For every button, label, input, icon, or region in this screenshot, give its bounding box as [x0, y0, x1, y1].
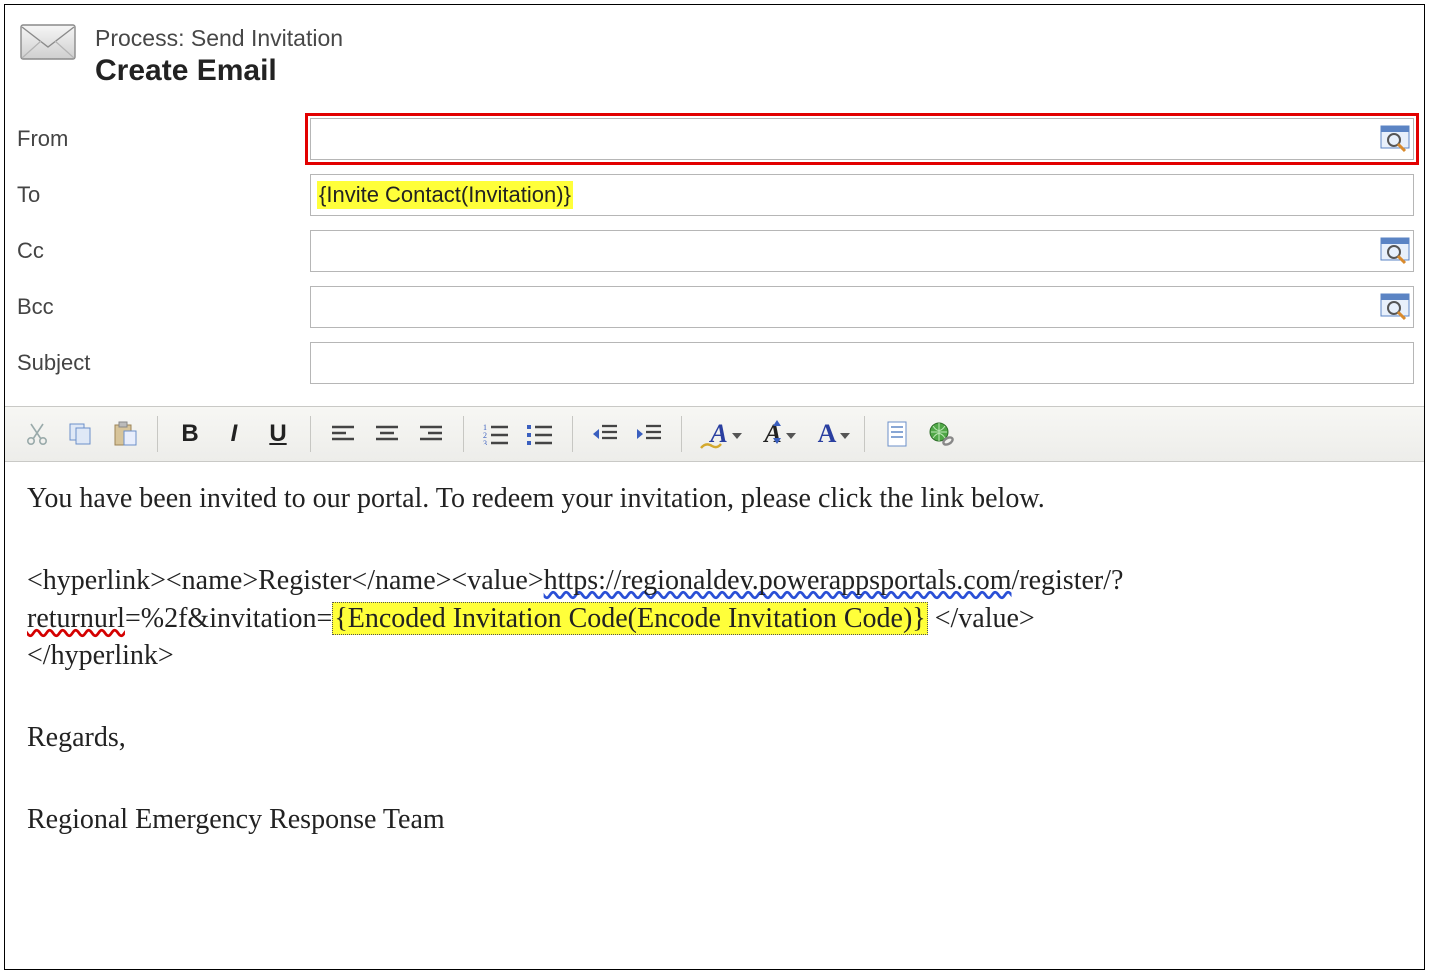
updown-arrows-icon — [772, 420, 782, 444]
toolbar-separator — [310, 416, 311, 452]
from-row: From — [15, 118, 1414, 160]
from-lookup-button[interactable] — [1378, 123, 1412, 155]
globe-link-icon — [927, 421, 955, 447]
subject-row: Subject — [15, 342, 1414, 384]
insert-template-button[interactable] — [879, 414, 915, 454]
copy-icon — [68, 422, 94, 446]
font-background-button[interactable]: A — [696, 414, 742, 454]
toolbar-separator — [157, 416, 158, 452]
url-path: /register/? — [1012, 565, 1124, 596]
body-regards: Regards, — [27, 719, 1402, 757]
toolbar-separator — [681, 416, 682, 452]
toolbar-separator — [864, 416, 865, 452]
align-center-icon — [375, 424, 399, 444]
process-label: Process: Send Invitation — [95, 25, 343, 52]
document-icon — [886, 421, 908, 447]
cc-input[interactable] — [310, 230, 1414, 272]
to-input[interactable]: {Invite Contact(Invitation)} — [310, 174, 1414, 216]
subject-label: Subject — [15, 350, 310, 376]
bcc-lookup-button[interactable] — [1378, 291, 1412, 323]
bcc-label: Bcc — [15, 294, 310, 320]
tag-close-hyperlink: </hyperlink> — [27, 640, 174, 671]
body-intro: You have been invited to our portal. To … — [27, 480, 1402, 518]
envelope-icon — [19, 19, 77, 65]
lookup-icon — [1380, 237, 1410, 265]
paste-button[interactable] — [107, 414, 143, 454]
italic-button[interactable]: I — [216, 414, 252, 454]
indent-button[interactable] — [631, 414, 667, 454]
paste-icon — [112, 421, 138, 447]
editor-body[interactable]: You have been invited to our portal. To … — [5, 462, 1424, 867]
body-signature: Regional Emergency Response Team — [27, 801, 1402, 839]
tag-open: <hyperlink><name>Register</name><value> — [27, 565, 544, 596]
align-right-button[interactable] — [413, 414, 449, 454]
blank-line — [27, 528, 1402, 562]
to-input-wrap: {Invite Contact(Invitation)} — [310, 174, 1414, 216]
cc-label: Cc — [15, 238, 310, 264]
copy-button[interactable] — [63, 414, 99, 454]
tag-close-value: </value> — [928, 603, 1035, 634]
from-input-wrap — [310, 118, 1414, 160]
blank-line — [27, 767, 1402, 801]
cut-icon — [26, 422, 48, 446]
highlight-swash-icon — [700, 442, 722, 450]
to-label: To — [15, 182, 310, 208]
url-returnurl: returnurl — [27, 603, 125, 634]
chevron-down-icon — [840, 433, 850, 439]
indent-icon — [636, 423, 662, 445]
body-hyperlink-block: <hyperlink><name>Register</name><value>h… — [27, 562, 1402, 675]
lookup-icon — [1380, 125, 1410, 153]
invitation-code-token: {Encoded Invitation Code(Encode Invitati… — [332, 602, 927, 635]
font-size-button[interactable]: A — [750, 414, 796, 454]
cc-row: Cc — [15, 230, 1414, 272]
unordered-list-icon — [527, 423, 553, 445]
ordered-list-button[interactable]: 1 2 3 — [478, 414, 514, 454]
toolbar-separator — [463, 416, 464, 452]
url-mid: =%2f&invitation= — [125, 603, 332, 634]
bcc-input-wrap — [310, 286, 1414, 328]
svg-text:3: 3 — [483, 439, 487, 445]
blank-line — [27, 685, 1402, 719]
from-label: From — [15, 126, 310, 152]
header: Process: Send Invitation Create Email — [5, 5, 1424, 88]
lookup-icon — [1380, 293, 1410, 321]
bold-button[interactable]: B — [172, 414, 208, 454]
bcc-row: Bcc — [15, 286, 1414, 328]
subject-input-wrap — [310, 342, 1414, 384]
align-center-button[interactable] — [369, 414, 405, 454]
url-host: https://regionaldev.powerappsportals.com — [544, 565, 1012, 596]
toolbar-separator — [572, 416, 573, 452]
fields-panel: From To {Invite Contact(Invitation)} — [5, 88, 1424, 384]
underline-button[interactable]: U — [260, 414, 296, 454]
outdent-icon — [592, 423, 618, 445]
cut-button[interactable] — [19, 414, 55, 454]
cc-lookup-button[interactable] — [1378, 235, 1412, 267]
align-left-button[interactable] — [325, 414, 361, 454]
header-text: Process: Send Invitation Create Email — [95, 19, 343, 88]
editor-toolbar: B I U 1 — [5, 406, 1424, 462]
cc-input-wrap — [310, 230, 1414, 272]
to-row: To {Invite Contact(Invitation)} — [15, 174, 1414, 216]
insert-hyperlink-button[interactable] — [923, 414, 959, 454]
outdent-button[interactable] — [587, 414, 623, 454]
align-right-icon — [419, 424, 443, 444]
window-frame: Process: Send Invitation Create Email Fr… — [4, 4, 1425, 970]
unordered-list-button[interactable] — [522, 414, 558, 454]
chevron-down-icon — [786, 433, 796, 439]
font-a-glyph: A — [818, 419, 837, 449]
ordered-list-icon: 1 2 3 — [483, 423, 509, 445]
chevron-down-icon — [732, 433, 742, 439]
to-token: {Invite Contact(Invitation)} — [317, 181, 573, 209]
page-title: Create Email — [95, 54, 343, 88]
font-color-button[interactable]: A — [804, 414, 850, 454]
from-input[interactable] — [310, 118, 1414, 160]
subject-input[interactable] — [310, 342, 1414, 384]
bcc-input[interactable] — [310, 286, 1414, 328]
align-left-icon — [331, 424, 355, 444]
